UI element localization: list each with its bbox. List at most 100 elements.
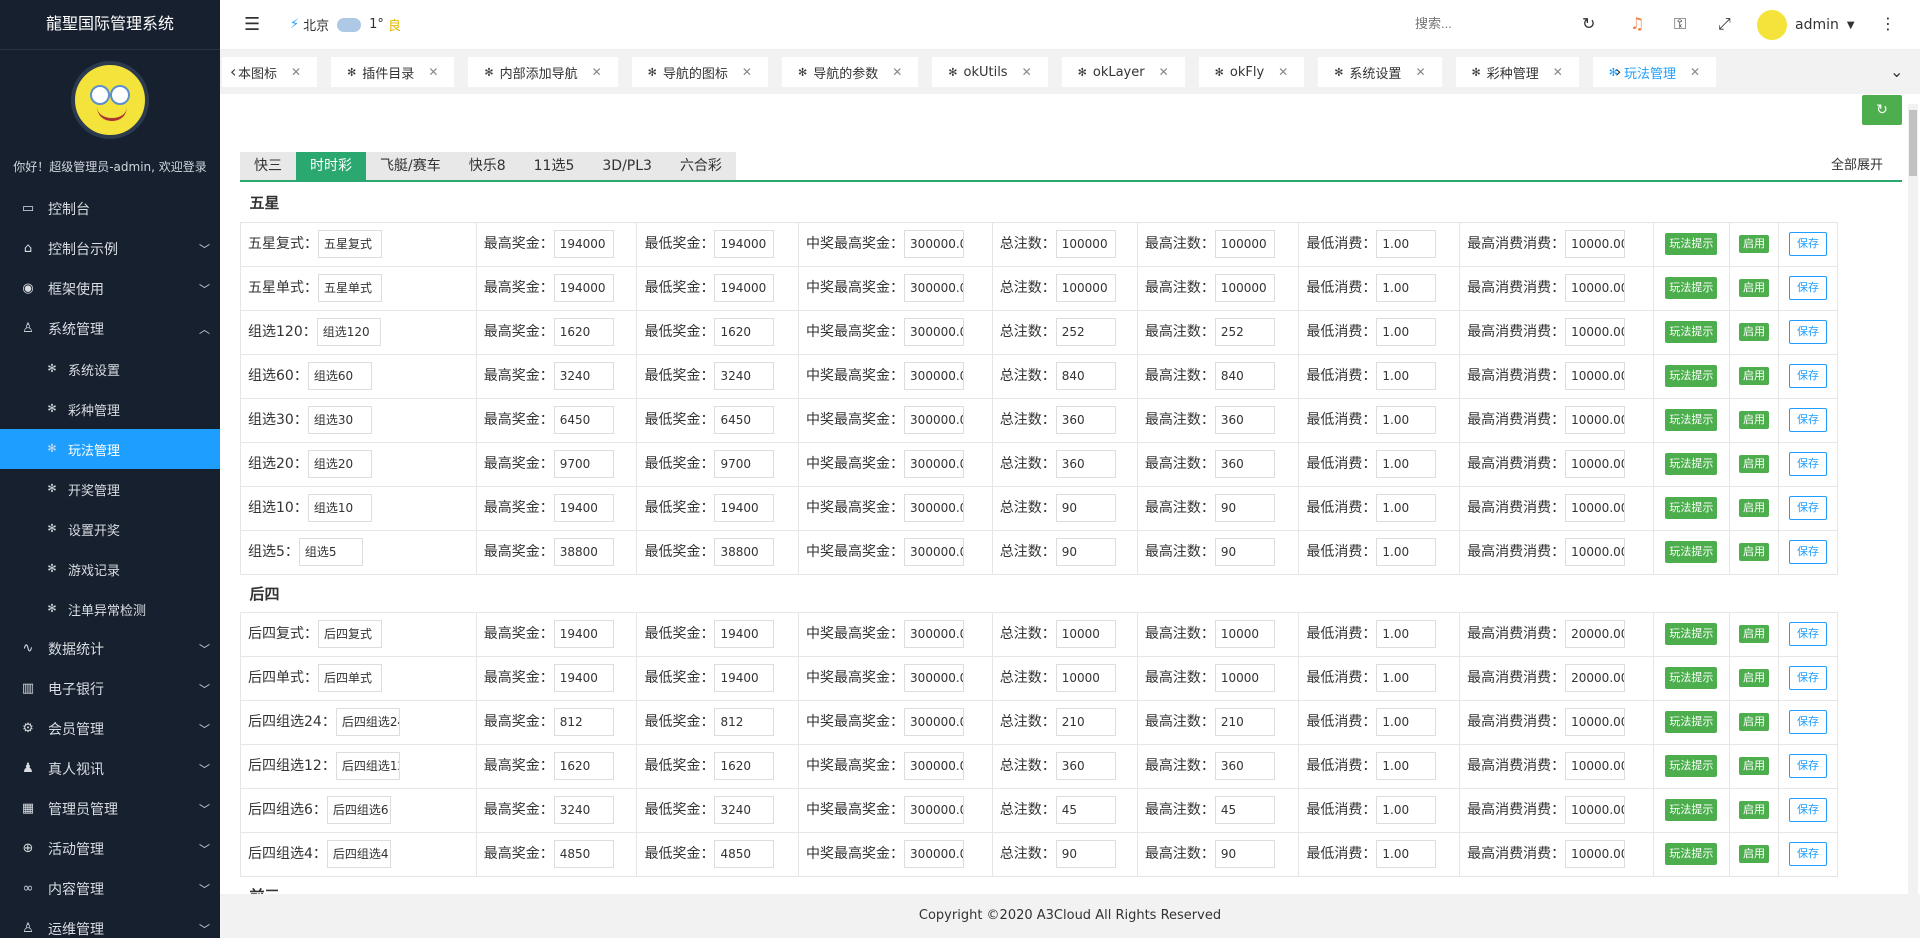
max-spend-input[interactable]: 10000.00 [1565,362,1626,390]
save-button[interactable]: 保存 [1789,276,1828,300]
play-name-input[interactable]: 后四组选12 [335,752,400,780]
enable-button[interactable]: 启用 [1739,455,1770,473]
save-button[interactable]: 保存 [1789,710,1828,734]
save-button[interactable]: 保存 [1789,232,1828,256]
min-prize-input[interactable]: 1620 [714,752,775,780]
total-bets-input[interactable]: 90 [1055,494,1116,522]
enable-button[interactable]: 启用 [1739,625,1770,643]
scrollbar[interactable] [1908,104,1918,894]
page-tab[interactable]: ✻ okFly ✕ [1198,57,1305,87]
min-spend-input[interactable]: 1.00 [1376,840,1437,868]
win-max-input[interactable]: 300000.0 [904,840,965,868]
win-max-input[interactable]: 300000.0 [904,318,965,346]
refresh-icon[interactable]: ↻ [1582,14,1595,33]
page-tab[interactable]: ✻ 导航的图标 ✕ [631,57,768,87]
play-name-input[interactable]: 后四复式 [318,620,382,648]
win-max-input[interactable]: 300000.0 [904,620,965,648]
play-name-input[interactable]: 组选120 [316,318,381,346]
fullscreen-icon[interactable]: ⤢ [1718,14,1731,34]
max-prize-input[interactable]: 19400 [553,620,614,648]
page-tab[interactable]: ✻ 彩种管理 ✕ [1455,57,1579,87]
save-button[interactable]: 保存 [1789,540,1828,564]
min-spend-input[interactable]: 1.00 [1376,796,1437,824]
total-bets-input[interactable]: 360 [1055,450,1116,478]
max-prize-input[interactable]: 6450 [553,406,614,434]
play-tip-button[interactable]: 玩法提示 [1665,321,1718,343]
sidebar-item[interactable]: ✻ 开奖管理 [0,469,220,509]
total-bets-input[interactable]: 90 [1055,538,1116,566]
max-bets-input[interactable]: 360 [1214,406,1275,434]
min-prize-input[interactable]: 38800 [714,538,775,566]
enable-button[interactable]: 启用 [1739,757,1770,775]
sidebar-item[interactable]: ✻ 注单异常检测 [0,589,220,629]
save-button[interactable]: 保存 [1789,364,1828,388]
max-spend-input[interactable]: 10000.00 [1565,274,1626,302]
total-bets-input[interactable]: 100000 [1055,274,1116,302]
max-bets-input[interactable]: 100000 [1214,230,1275,258]
min-spend-input[interactable]: 1.00 [1376,274,1437,302]
sidebar-item[interactable]: ⌂ 控制台示例 ﹀ [0,229,220,269]
min-spend-input[interactable]: 1.00 [1376,318,1437,346]
enable-button[interactable]: 启用 [1739,801,1770,819]
min-spend-input[interactable]: 1.00 [1376,450,1437,478]
min-prize-input[interactable]: 9700 [714,450,775,478]
game-tab[interactable]: 3D/PL3 [588,152,666,180]
game-tab[interactable]: 快乐8 [455,152,520,180]
max-spend-input[interactable]: 10000.00 [1565,494,1626,522]
max-spend-input[interactable]: 10000.00 [1565,230,1626,258]
game-tab[interactable]: 11选5 [520,152,589,180]
close-icon[interactable]: ✕ [1690,65,1700,79]
min-spend-input[interactable]: 1.00 [1376,406,1437,434]
close-icon[interactable]: ✕ [892,65,902,79]
play-name-input[interactable]: 后四单式 [318,664,382,692]
enable-button[interactable]: 启用 [1739,411,1770,429]
play-tip-button[interactable]: 玩法提示 [1665,711,1718,733]
play-tip-button[interactable]: 玩法提示 [1665,365,1718,387]
max-spend-input[interactable]: 10000.00 [1565,752,1626,780]
reload-button[interactable]: ↻ [1862,95,1902,125]
save-button[interactable]: 保存 [1789,842,1828,866]
sidebar-item[interactable]: ∞ 内容管理 ﹀ [0,869,220,909]
min-prize-input[interactable]: 1620 [714,318,775,346]
play-name-input[interactable]: 后四组选24 [335,708,400,736]
sidebar-item[interactable]: ✻ 游戏记录 [0,549,220,589]
play-tip-button[interactable]: 玩法提示 [1665,623,1718,645]
win-max-input[interactable]: 300000.0 [904,406,965,434]
sidebar-item[interactable]: ∿ 数据统计 ﹀ [0,629,220,669]
play-name-input[interactable]: 五星复式 [318,230,382,258]
save-button[interactable]: 保存 [1789,408,1828,432]
sidebar-item[interactable]: ✻ 玩法管理 [0,429,220,469]
sidebar-item[interactable]: ♙ 系统管理 ︿ [0,309,220,349]
min-spend-input[interactable]: 1.00 [1376,494,1437,522]
win-max-input[interactable]: 300000.0 [904,274,965,302]
play-tip-button[interactable]: 玩法提示 [1665,277,1718,299]
total-bets-input[interactable]: 210 [1055,708,1116,736]
page-tab[interactable]: ✻ 系统设置 ✕ [1318,57,1442,87]
max-bets-input[interactable]: 45 [1214,796,1275,824]
min-prize-input[interactable]: 19400 [714,620,775,648]
enable-button[interactable]: 启用 [1739,279,1770,297]
max-prize-input[interactable]: 194000 [553,230,614,258]
min-prize-input[interactable]: 3240 [714,362,775,390]
search-input[interactable] [1415,16,1515,31]
tabs-menu-icon[interactable]: ⌄ [1890,62,1903,81]
total-bets-input[interactable]: 360 [1055,406,1116,434]
tabs-left-arrow-icon[interactable]: ‹ [230,62,236,81]
total-bets-input[interactable]: 10000 [1055,620,1116,648]
sidebar-item[interactable]: ⊕ 活动管理 ﹀ [0,829,220,869]
sidebar-item[interactable]: ♟ 真人视讯 ﹀ [0,749,220,789]
win-max-input[interactable]: 300000.0 [904,752,965,780]
page-tab[interactable]: ✻ okUtils ✕ [932,57,1048,87]
page-tab[interactable]: ✻ okLayer ✕ [1061,57,1185,87]
max-prize-input[interactable]: 194000 [553,274,614,302]
win-max-input[interactable]: 300000.0 [904,664,965,692]
scrollbar-thumb[interactable] [1909,110,1917,176]
close-icon[interactable]: ✕ [1415,65,1425,79]
close-icon[interactable]: ✕ [1553,65,1563,79]
save-button[interactable]: 保存 [1789,798,1828,822]
enable-button[interactable]: 启用 [1739,543,1770,561]
max-prize-input[interactable]: 812 [553,708,614,736]
close-icon[interactable]: ✕ [428,65,438,79]
total-bets-input[interactable]: 10000 [1055,664,1116,692]
min-prize-input[interactable]: 194000 [714,230,775,258]
